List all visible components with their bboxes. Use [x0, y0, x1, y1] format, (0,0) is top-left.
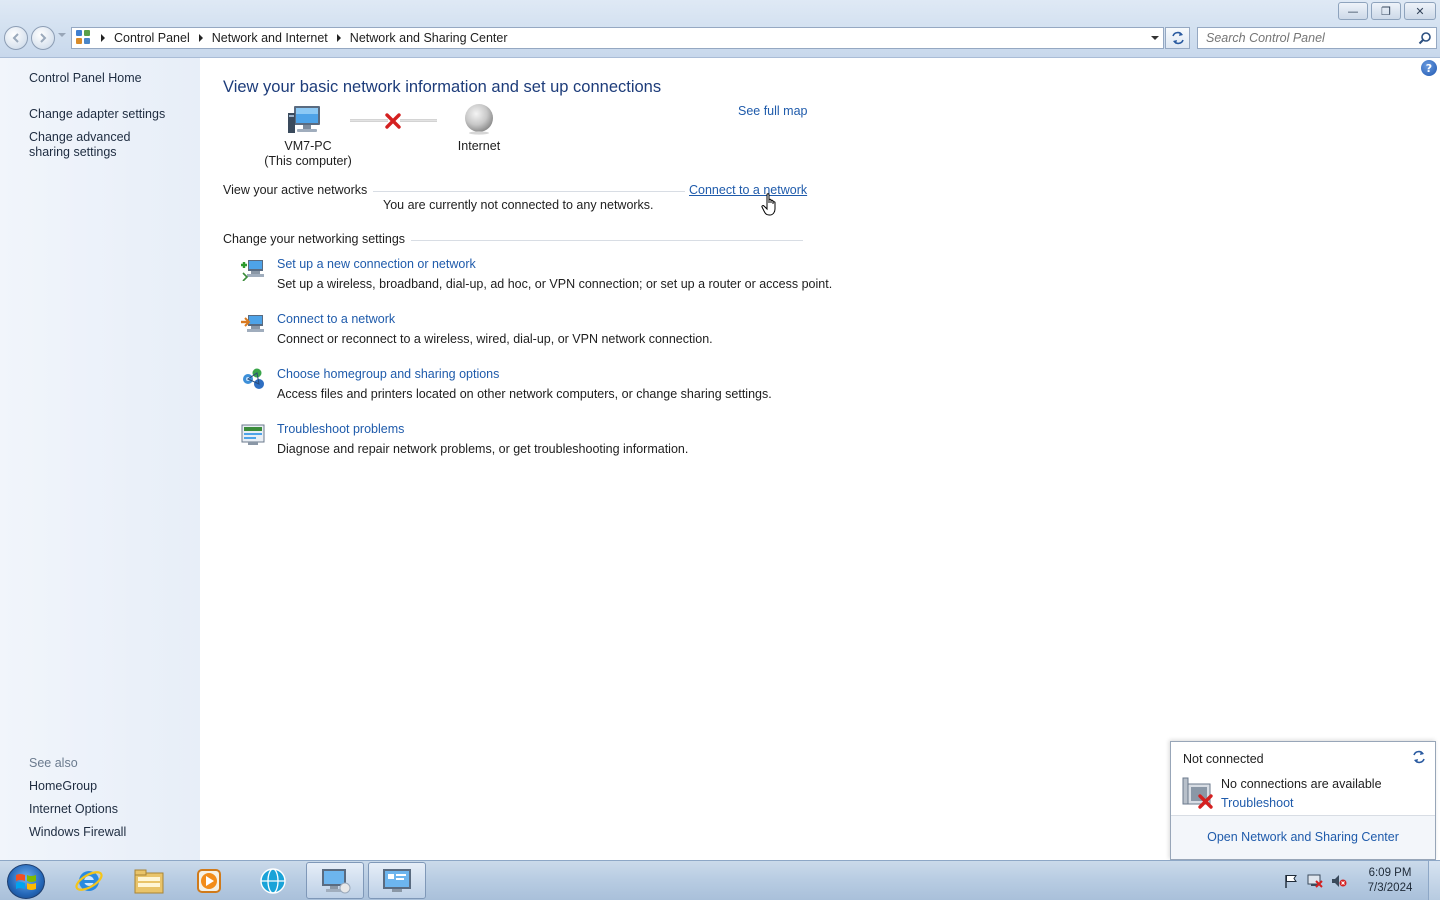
breadcrumb-network-sharing-center[interactable]: Network and Sharing Center: [350, 31, 508, 45]
taskbar-network-app[interactable]: [244, 862, 302, 899]
internet-explorer-icon: [75, 870, 103, 891]
clock-date: 7/3/2024: [1367, 882, 1413, 894]
computer-label: VM7-PC (This computer): [258, 139, 358, 169]
flyout-troubleshoot-link[interactable]: Troubleshoot: [1221, 796, 1294, 810]
taskbar-internet-explorer[interactable]: [60, 862, 118, 899]
taskbar-control-panel-window[interactable]: [306, 862, 364, 899]
task-description: Access files and printers located on oth…: [277, 387, 772, 401]
breadcrumb-separator[interactable]: [101, 34, 105, 42]
flyout-footer: Open Network and Sharing Center: [1171, 815, 1435, 859]
change-advanced-sharing-link[interactable]: Change advanced sharing settings: [29, 130, 174, 160]
computer-subtitle: (This computer): [264, 154, 352, 168]
taskbar: 6:09 PM 7/3/2024: [0, 860, 1440, 900]
section-divider: [400, 240, 803, 241]
folder-icon: [134, 869, 164, 893]
setup-new-connection-link[interactable]: Set up a new connection or network: [277, 257, 476, 271]
see-also-heading: See also: [29, 756, 78, 770]
no-connections-text: No connections are available: [1221, 777, 1382, 791]
homegroup-icon: [243, 368, 264, 389]
connect-network-icon: [241, 315, 264, 332]
window-titlebar: — ❐ ✕ Control Panel Network and Internet…: [0, 0, 1440, 58]
section-divider: [365, 191, 685, 192]
breadcrumb-separator[interactable]: [198, 34, 203, 42]
address-dropdown-icon[interactable]: [1151, 36, 1159, 40]
task-connect-network: Connect to a network Connect or reconnec…: [240, 312, 820, 352]
search-box[interactable]: [1197, 27, 1437, 49]
taskbar-file-explorer[interactable]: [120, 862, 178, 899]
hand-cursor-icon: [761, 193, 776, 216]
task-description: Diagnose and repair network problems, or…: [277, 442, 689, 456]
control-panel-icon: [76, 30, 92, 46]
change-adapter-settings-link[interactable]: Change adapter settings: [29, 107, 189, 122]
internet-globe-icon[interactable]: [463, 103, 495, 135]
system-clock[interactable]: 6:09 PM 7/3/2024: [1352, 866, 1428, 896]
breadcrumb-control-panel[interactable]: Control Panel: [114, 31, 190, 45]
flyout-title: Not connected: [1183, 752, 1264, 766]
task-troubleshoot: Troubleshoot problems Diagnose and repai…: [240, 422, 820, 462]
restore-button[interactable]: ❐: [1371, 2, 1401, 20]
search-input[interactable]: [1198, 28, 1413, 48]
task-new-connection: Set up a new connection or network Set u…: [240, 257, 832, 297]
recent-pages-dropdown[interactable]: [58, 33, 66, 37]
globe-app-icon: [260, 867, 286, 894]
troubleshoot-icon: [241, 424, 265, 445]
page-title: View your basic network information and …: [223, 78, 662, 96]
forward-arrow-icon: [40, 33, 47, 43]
network-center-icon: [322, 868, 351, 893]
network-flyout: Not connected No connections are availab…: [1170, 741, 1436, 860]
internet-label: Internet: [457, 139, 501, 153]
volume-muted-icon[interactable]: [1331, 874, 1347, 888]
connection-line: [350, 119, 388, 122]
media-player-icon: [197, 868, 221, 893]
networking-settings-heading: Change your networking settings: [223, 232, 412, 246]
troubleshoot-problems-link[interactable]: Troubleshoot problems: [277, 422, 404, 436]
connect-to-network-task-link[interactable]: Connect to a network: [277, 312, 395, 326]
main-content: ? View your basic network information an…: [200, 58, 1440, 860]
control-panel-app-icon: [383, 868, 411, 892]
network-disconnected-icon: [1182, 777, 1213, 809]
windows-firewall-link[interactable]: Windows Firewall: [29, 825, 189, 840]
connection-line: [400, 119, 437, 122]
back-button[interactable]: [4, 26, 28, 50]
open-network-sharing-center-link[interactable]: Open Network and Sharing Center: [1171, 830, 1435, 844]
refresh-icon: [1171, 31, 1184, 45]
help-icon[interactable]: ?: [1421, 60, 1437, 76]
refresh-icon[interactable]: [1411, 749, 1427, 765]
control-panel-home-link[interactable]: Control Panel Home: [29, 71, 189, 86]
search-icon[interactable]: [1418, 31, 1432, 45]
network-status-text: You are currently not connected to any n…: [383, 198, 654, 212]
close-button[interactable]: ✕: [1404, 2, 1436, 20]
internet-options-link[interactable]: Internet Options: [29, 802, 189, 817]
address-bar[interactable]: Control Panel Network and Internet Netwo…: [71, 27, 1164, 49]
show-desktop-button[interactable]: [1428, 861, 1440, 900]
back-arrow-icon: [12, 33, 19, 43]
start-button[interactable]: [7, 864, 45, 899]
breadcrumb-network-and-internet[interactable]: Network and Internet: [212, 31, 328, 45]
computer-name: VM7-PC: [284, 139, 332, 153]
taskbar-media-player[interactable]: [180, 862, 238, 899]
network-tray-icon[interactable]: [1307, 874, 1323, 888]
new-connection-icon: [241, 260, 264, 281]
refresh-button[interactable]: [1165, 27, 1190, 49]
window-controls: — ❐ ✕: [1335, 2, 1436, 20]
task-pane: Control Panel Home Change adapter settin…: [0, 58, 200, 860]
taskbar-system-window[interactable]: [368, 862, 426, 899]
computer-icon[interactable]: [288, 104, 324, 136]
breadcrumb-separator[interactable]: [336, 34, 341, 42]
task-description: Connect or reconnect to a wireless, wire…: [277, 332, 713, 346]
task-homegroup: Choose homegroup and sharing options Acc…: [240, 367, 820, 407]
active-networks-heading: View your active networks: [223, 183, 374, 197]
task-description: Set up a wireless, broadband, dial-up, a…: [277, 277, 833, 291]
homegroup-link[interactable]: HomeGroup: [29, 779, 189, 794]
see-full-map-link[interactable]: See full map: [738, 104, 807, 118]
action-center-flag-icon[interactable]: [1283, 874, 1299, 888]
homegroup-sharing-link[interactable]: Choose homegroup and sharing options: [277, 367, 499, 381]
clock-time: 6:09 PM: [1368, 867, 1412, 879]
forward-button[interactable]: [31, 26, 55, 50]
disconnected-x-icon: [385, 113, 401, 129]
windows-logo-icon: [16, 873, 36, 890]
connect-to-network-link[interactable]: Connect to a network: [689, 183, 807, 197]
minimize-button[interactable]: —: [1338, 2, 1368, 20]
